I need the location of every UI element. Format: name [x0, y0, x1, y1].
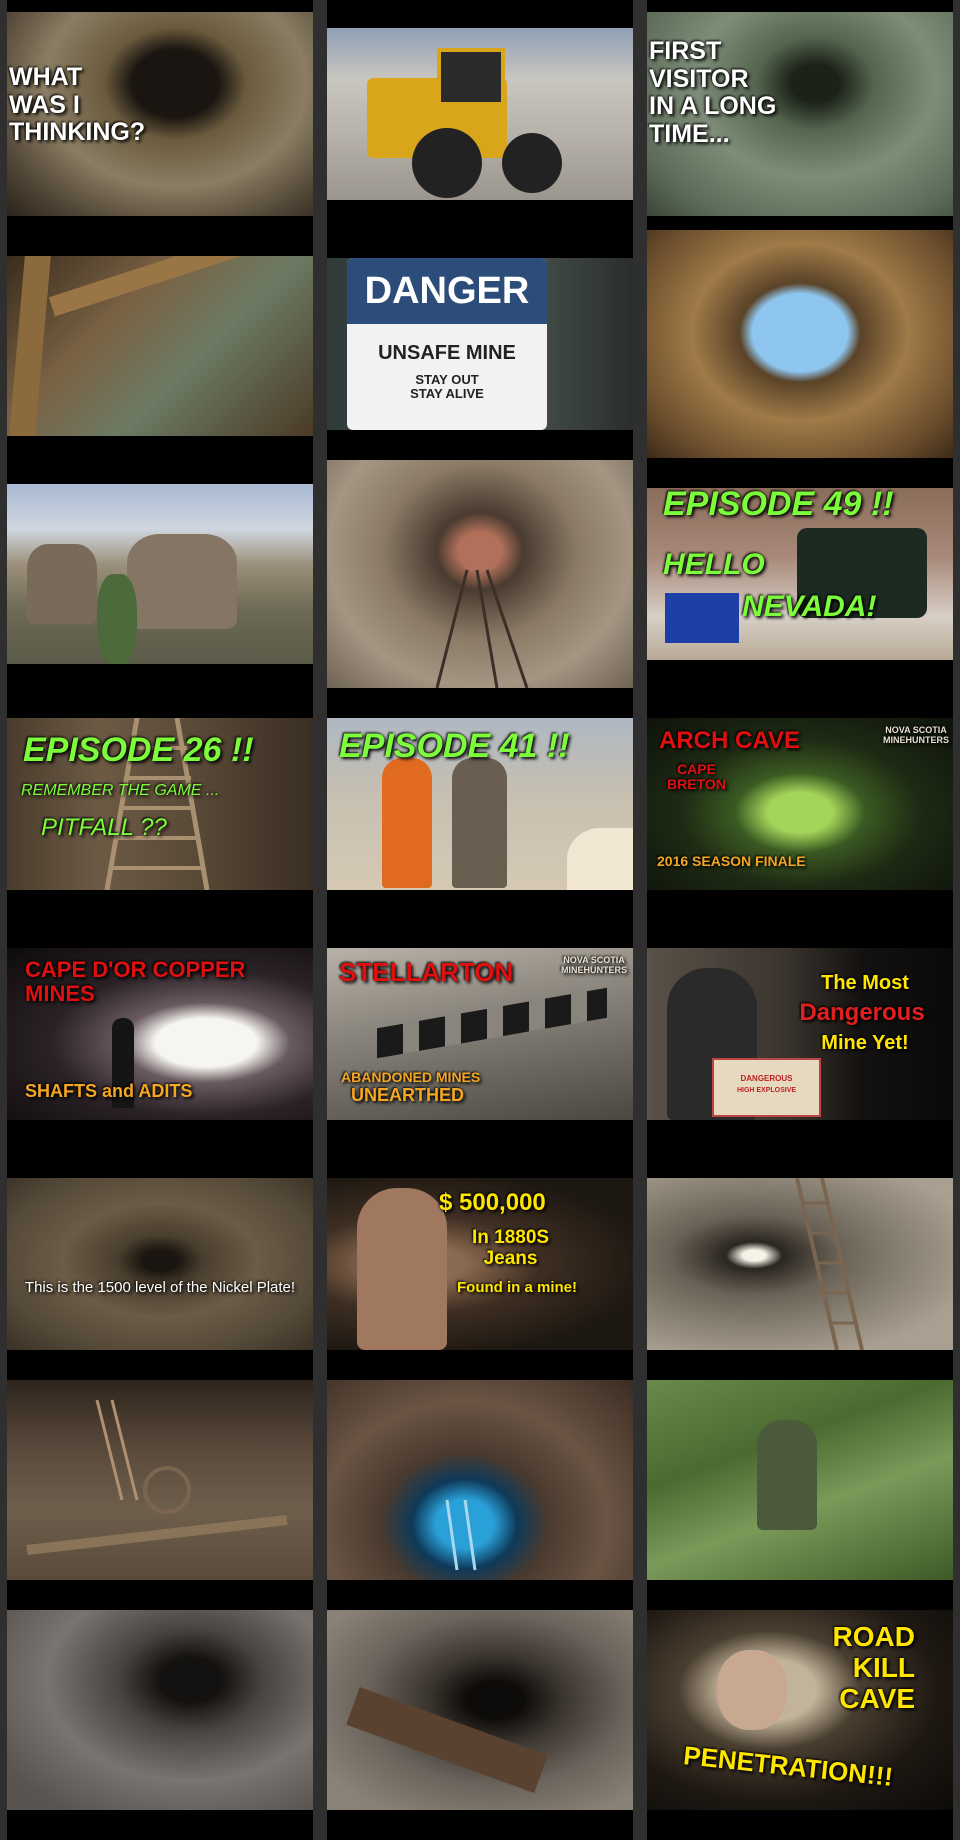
thumbnail-image: DANGER UNSAFE MINE STAY OUT STAY ALIVE: [327, 258, 633, 430]
video-caption-sub: HELLO: [663, 548, 765, 581]
video-thumbnail[interactable]: EPISODE 41 !!: [320, 690, 640, 920]
loader-cab: [437, 48, 505, 106]
explosives-box: DANGEROUS HIGH EXPLOSIVE: [712, 1058, 821, 1117]
danger-sign-header: DANGER: [347, 258, 547, 324]
person: [452, 758, 507, 888]
thumbnail-image: [647, 1178, 953, 1350]
ladder-icon: [445, 1499, 477, 1571]
video-thumbnail[interactable]: DANGER UNSAFE MINE STAY OUT STAY ALIVE: [320, 230, 640, 460]
loader-wheel: [502, 133, 562, 193]
video-caption: ROAD KILL CAVE: [832, 1621, 915, 1714]
person: [357, 1188, 447, 1350]
video-thumbnail[interactable]: FIRST VISITOR IN A LONG TIME...: [640, 0, 960, 230]
video-caption-sub: Found in a mine!: [457, 1279, 577, 1296]
thumbnail-image: [7, 1380, 313, 1580]
video-caption-sub: REMEMBER THE GAME ...: [21, 782, 220, 799]
video-caption-sub: SHAFTS and ADITS: [25, 1081, 193, 1101]
danger-sign-line: UNSAFE MINE: [378, 342, 516, 364]
video-thumbnail[interactable]: [320, 1610, 640, 1840]
timber-post: [9, 256, 51, 436]
thumbnail-image: [647, 230, 953, 458]
video-thumbnail-grid: WHAT WAS I THINKING? FIRST VISITOR IN A …: [0, 0, 960, 1840]
video-caption-sub: UNEARTHED: [351, 1085, 465, 1105]
video-thumbnail[interactable]: [320, 460, 640, 690]
thumbnail-image: [327, 1380, 633, 1580]
danger-sign: DANGER UNSAFE MINE STAY OUT STAY ALIVE: [347, 258, 547, 430]
brand-logo: NOVA SCOTIA MINEHUNTERS: [882, 725, 949, 745]
video-thumbnail[interactable]: [640, 1380, 960, 1610]
video-thumbnail[interactable]: [0, 1610, 320, 1840]
video-thumbnail[interactable]: ARCH CAVE CAPE BRETON 2016 SEASON FINALE…: [640, 690, 960, 920]
video-thumbnail[interactable]: DANGEROUS HIGH EXPLOSIVE The Most Danger…: [640, 920, 960, 1150]
donkey: [127, 534, 237, 629]
video-caption-sub: In 1880S Jeans: [472, 1227, 550, 1269]
ladder-icon: [795, 1178, 864, 1350]
video-thumbnail[interactable]: [320, 0, 640, 230]
video-thumbnail[interactable]: EPISODE 49 !! HELLO NEVADA!: [640, 460, 960, 690]
video-caption-sub: 2016 SEASON FINALE: [657, 853, 806, 869]
box-label: DANGEROUS: [740, 1074, 793, 1083]
video-thumbnail[interactable]: STELLARTON ABANDONED MINES UNEARTHED NOV…: [320, 920, 640, 1150]
thumbnail-image: [7, 484, 313, 664]
thumbnail-image: [327, 1610, 633, 1810]
rail-tracks-icon: [435, 569, 529, 688]
coke-ovens: [377, 987, 607, 1059]
video-caption: $ 500,000: [439, 1189, 546, 1216]
thumbnail-image: [327, 460, 633, 688]
video-caption: STELLARTON: [339, 957, 514, 987]
video-caption: This is the 1500 level of the Nickel Pla…: [24, 1279, 296, 1296]
video-thumbnail[interactable]: WHAT WAS I THINKING?: [0, 0, 320, 230]
thumbnail-image: [647, 1380, 953, 1580]
video-caption: WHAT WAS I THINKING?: [9, 63, 146, 146]
video-caption-sub: ABANDONED MINES: [341, 1069, 481, 1085]
thumbnail-image: [7, 1178, 313, 1350]
video-thumbnail[interactable]: CAPE D'OR COPPER MINES SHAFTS and ADITS: [0, 920, 320, 1150]
timber-beam: [48, 256, 246, 317]
video-thumbnail[interactable]: [640, 1150, 960, 1380]
video-thumbnail[interactable]: [640, 230, 960, 460]
video-caption-sub: CAPE BRETON: [667, 761, 726, 793]
video-caption: CAPE D'OR COPPER MINES: [25, 957, 246, 1007]
video-caption: The Most: [821, 972, 909, 994]
thumbnail-image: [7, 256, 313, 436]
danger-sign-subline: STAY OUT STAY ALIVE: [410, 372, 484, 402]
video-caption-sub: Dangerous: [799, 999, 925, 1026]
person: [757, 1420, 817, 1530]
video-caption-sub: Mine Yet!: [821, 1032, 909, 1054]
video-thumbnail[interactable]: ROAD KILL CAVE PENETRATION!!!: [640, 1610, 960, 1840]
nevada-flag: [665, 593, 739, 643]
video-caption: ARCH CAVE: [659, 727, 800, 754]
video-thumbnail[interactable]: [320, 1380, 640, 1610]
video-caption-sub: PITFALL ??: [41, 814, 167, 841]
cactus: [97, 574, 137, 664]
video-caption: EPISODE 26 !!: [23, 731, 254, 769]
video-thumbnail[interactable]: [0, 230, 320, 460]
video-caption: FIRST VISITOR IN A LONG TIME...: [649, 37, 777, 148]
video-caption-sub: NEVADA!: [742, 590, 877, 623]
video-thumbnail[interactable]: [0, 1380, 320, 1610]
thumbnail-image: [327, 28, 633, 200]
video-caption: EPISODE 41 !!: [339, 727, 570, 765]
person: [382, 758, 432, 888]
thumbnail-image: [7, 1610, 313, 1810]
loader-wheel: [412, 128, 482, 198]
fallen-log: [346, 1687, 548, 1793]
video-thumbnail[interactable]: $ 500,000 In 1880S Jeans Found in a mine…: [320, 1150, 640, 1380]
box-label: HIGH EXPLOSIVE: [736, 1087, 797, 1094]
food-plate: [567, 828, 633, 890]
brand-logo: NOVA SCOTIA MINEHUNTERS: [560, 955, 627, 975]
video-thumbnail[interactable]: This is the 1500 level of the Nickel Pla…: [0, 1150, 320, 1380]
ladder-icon: [26, 1399, 288, 1555]
donkey: [27, 544, 97, 624]
video-thumbnail[interactable]: [0, 460, 320, 690]
video-thumbnail[interactable]: EPISODE 26 !! REMEMBER THE GAME ... PITF…: [0, 690, 320, 920]
video-caption: EPISODE 49 !!: [663, 485, 894, 523]
